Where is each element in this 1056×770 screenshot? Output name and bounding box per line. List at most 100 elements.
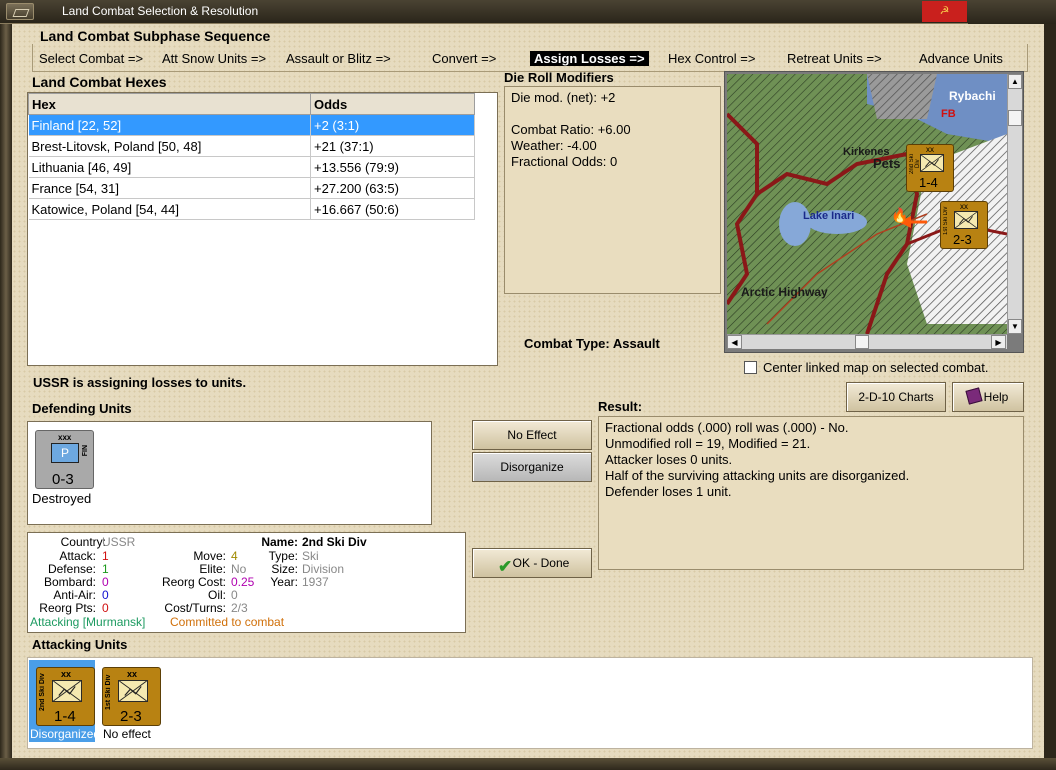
map-vscroll-thumb[interactable] — [1008, 110, 1022, 126]
result-line: Attacker loses 0 units. — [605, 452, 733, 467]
map-horizontal-scrollbar[interactable]: ◀ ▶ — [727, 334, 1007, 349]
ski-symbol-lines — [53, 680, 81, 702]
odds-cell: +16.667 (50:6) — [310, 198, 475, 220]
modifier-net: Die mod. (net): +2 — [511, 90, 616, 105]
odds-cell: +21 (37:1) — [310, 135, 475, 157]
map-label-arctic-highway: Arctic Highway — [741, 285, 828, 299]
attacker-counter-1st-ski[interactable]: 1st Ski Div xx 2-3 — [102, 667, 161, 726]
costturns-value: 2/3 — [231, 601, 248, 615]
table-row[interactable]: France [54, 31] +27.200 (63:5) — [28, 177, 475, 199]
attacking-location: Attacking [Murmansk] — [30, 615, 146, 629]
attacker-caption: Disorganized — [30, 727, 101, 741]
table-row[interactable]: Brest-Litovsk, Poland [50, 48] +21 (37:1… — [28, 135, 475, 157]
window-bottom-edge — [0, 758, 1056, 770]
hex-cell: Katowice, Poland [54, 44] — [28, 198, 311, 220]
combat-type-value: Assault — [612, 336, 660, 351]
country-label: Country: — [60, 535, 106, 549]
infantry-unit-icon: P — [51, 443, 79, 463]
seq-step-assault-blitz: Assault or Blitz => — [286, 51, 391, 66]
map-unit-counter-1st-ski[interactable]: 1st Ski Div xx 2-3 — [940, 201, 988, 249]
window-title: Land Combat Selection & Resolution — [62, 4, 259, 18]
hex-cell: Finland [22, 52] — [28, 114, 311, 136]
seq-step-select-combat: Select Combat => — [39, 51, 144, 66]
hexes-header-row: Hex Odds — [28, 93, 475, 115]
attacker-unit-value: 2-3 — [120, 708, 142, 725]
map-vertical-scrollbar[interactable]: ▲ ▼ — [1007, 74, 1022, 334]
defending-heading: Defending Units — [32, 401, 132, 416]
hexes-list[interactable]: Hex Odds Finland [22, 52] +2 (3:1) Brest… — [27, 92, 498, 366]
seq-step-advance: Advance Units — [919, 51, 1003, 66]
defender-unit-side: FIN — [82, 445, 89, 457]
disorganize-button[interactable]: Disorganize — [472, 452, 592, 482]
table-row[interactable]: Lithuania [46, 49] +13.556 (79:9) — [28, 156, 475, 178]
attacking-units-panel[interactable] — [27, 657, 1033, 749]
attacker-unit-value: 1-4 — [54, 708, 76, 725]
ski-symbol-lines — [119, 680, 147, 702]
ski-unit-icon — [118, 680, 148, 702]
scroll-right-icon[interactable]: ▶ — [991, 335, 1006, 349]
result-heading: Result: — [598, 399, 643, 414]
defender-unit-symbol: P — [60, 446, 69, 460]
reorgpts-value: 0 — [102, 601, 109, 615]
attacker-unit-size: xx — [61, 669, 72, 679]
table-row[interactable]: Finland [22, 52] +2 (3:1) — [28, 114, 475, 136]
combat-fire-icon: 🔥 — [891, 207, 908, 224]
combat-type: Combat Type: Assault — [524, 336, 660, 351]
defender-counter[interactable]: xxx P FIN 0-3 — [35, 430, 94, 489]
help-button[interactable]: Help — [952, 382, 1024, 412]
attacker-unit-side: 1st Ski Div — [105, 674, 112, 710]
scroll-up-icon[interactable]: ▲ — [1008, 74, 1022, 89]
attacking-heading: Attacking Units — [32, 637, 128, 652]
table-row[interactable]: Katowice, Poland [54, 44] +16.667 (50:6) — [28, 198, 475, 220]
map-unit-counter-2nd-ski[interactable]: 2nd Ski Div xx 1-4 — [906, 144, 954, 192]
hexes-table: Hex Odds Finland [22, 52] +2 (3:1) Brest… — [28, 93, 475, 220]
modifier-fractional: Fractional Odds: 0 — [511, 154, 618, 169]
system-menu-button[interactable] — [6, 3, 34, 20]
seq-step-hex-control: Hex Control => — [668, 51, 756, 66]
map-label-rybachi: Rybachi — [949, 89, 996, 103]
help-book-icon — [965, 387, 983, 405]
hex-cell: Lithuania [46, 49] — [28, 156, 311, 178]
scroll-left-icon[interactable]: ◀ — [727, 335, 742, 349]
modifiers-panel: Die mod. (net): +2 Combat Ratio: +6.00 W… — [504, 86, 721, 294]
reorgpts-label: Reorg Pts: — [39, 601, 96, 615]
name-value: 2nd Ski Div — [302, 535, 367, 549]
modifier-combat-ratio: Combat Ratio: +6.00 — [511, 122, 631, 137]
seq-step-assign-losses: Assign Losses => — [530, 51, 649, 66]
unit-info-panel: Country: USSR Attack: 1 Defense: 1 Bomba… — [27, 532, 466, 633]
no-effect-button[interactable]: No Effect — [472, 420, 592, 450]
defender-unit-size: xxx — [58, 433, 72, 442]
combat-type-label: Combat Type: — [524, 336, 610, 351]
column-header-hex[interactable]: Hex — [28, 93, 311, 115]
ski-symbol-lines — [954, 211, 978, 229]
seq-step-retreat: Retreat Units => — [787, 51, 882, 66]
center-map-checkbox[interactable] — [744, 361, 757, 374]
result-line: Fractional odds (.000) roll was (.000) -… — [605, 420, 849, 435]
attacker-unit-side: 2nd Ski Div — [39, 673, 46, 711]
result-line: Unmodified roll = 19, Modified = 21. — [605, 436, 811, 451]
odds-cell: +2 (3:1) — [310, 114, 475, 136]
map-unit-size: xx — [960, 202, 968, 211]
scroll-down-icon[interactable]: ▼ — [1008, 319, 1022, 334]
committed-status: Committed to combat — [170, 615, 285, 629]
help-button-label: Help — [983, 390, 1009, 404]
year-value: 1937 — [302, 575, 329, 589]
close-button[interactable]: ☭ — [922, 1, 967, 22]
column-header-odds[interactable]: Odds — [310, 93, 475, 115]
ski-unit-icon — [52, 680, 82, 702]
map-hscroll-thumb[interactable] — [855, 335, 869, 349]
map-unit-value: 1-4 — [919, 175, 938, 190]
result-panel: Fractional odds (.000) roll was (.000) -… — [598, 416, 1024, 570]
sequence-heading: Land Combat Subphase Sequence — [40, 28, 271, 44]
ok-done-button[interactable]: ✔ OK - Done — [472, 548, 592, 578]
name-label: Name: — [261, 535, 298, 549]
charts-button[interactable]: 2-D-10 Charts — [846, 382, 946, 412]
attacker-counter-2nd-ski[interactable]: 2nd Ski Div xx 1-4 — [36, 667, 95, 726]
odds-cell: +13.556 (79:9) — [310, 156, 475, 178]
title-bar-right — [968, 0, 1056, 24]
center-map-label: Center linked map on selected combat. — [763, 360, 989, 375]
modifier-weather: Weather: -4.00 — [511, 138, 597, 153]
map-label-pets: Pets — [873, 156, 900, 171]
ski-unit-icon — [954, 211, 978, 229]
result-line: Defender loses 1 unit. — [605, 484, 732, 499]
